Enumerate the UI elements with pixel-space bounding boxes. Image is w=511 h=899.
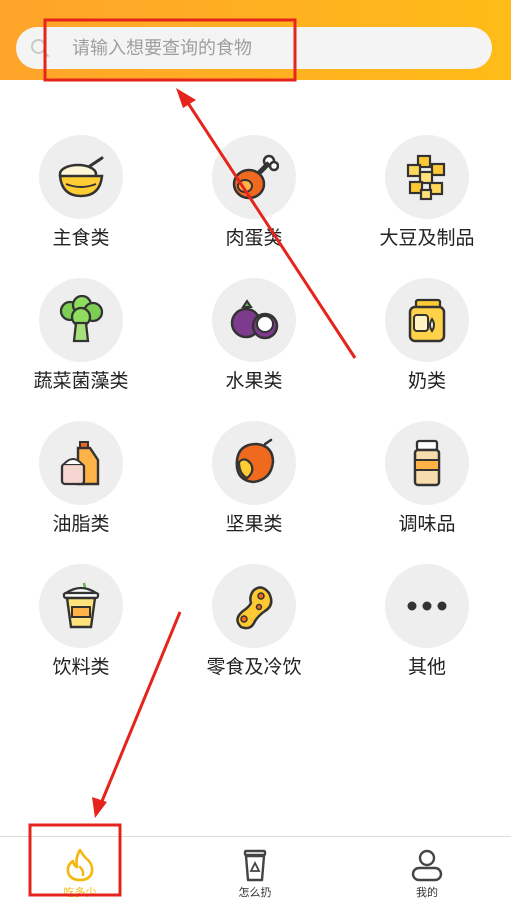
recycle-bin-icon (243, 849, 267, 882)
category-icon-bg (385, 564, 469, 648)
category-icon-bg (39, 278, 123, 362)
category-fruit[interactable]: 水果类 (179, 278, 329, 408)
category-icon-bg (39, 421, 123, 505)
oil-bottle-icon (60, 441, 100, 486)
category-label: 油脂类 (52, 513, 110, 535)
more-dots-icon (407, 601, 447, 611)
category-snack[interactable]: 零食及冷饮 (179, 564, 329, 694)
tab-mine[interactable]: 我的 (367, 837, 487, 899)
category-icon-bg (39, 564, 123, 648)
tab-label: 我的 (416, 886, 438, 899)
category-icon-bg (39, 135, 123, 219)
category-other[interactable]: 其他 (352, 564, 502, 694)
category-label: 零食及冷饮 (206, 656, 302, 678)
chestnut-icon (235, 438, 275, 484)
broccoli-icon (59, 295, 104, 343)
category-label: 大豆及制品 (379, 227, 475, 249)
category-drink[interactable]: 饮料类 (6, 564, 156, 694)
milk-jar-icon (408, 298, 446, 343)
category-seasoning[interactable]: 调味品 (352, 421, 502, 551)
tab-label: 吃多少 (63, 886, 97, 899)
search-input[interactable] (72, 27, 472, 69)
annotation-arrowhead-tab (92, 797, 107, 818)
tab-label: 怎么扔 (238, 886, 272, 899)
category-icon-bg (385, 278, 469, 362)
food-category-screen: 主食类 肉蛋类 (0, 0, 511, 899)
category-icon-bg (385, 421, 469, 505)
drumstick-icon (232, 154, 279, 200)
category-icon-bg (212, 564, 296, 648)
category-label: 饮料类 (52, 656, 110, 678)
category-dairy[interactable]: 奶类 (352, 278, 502, 408)
peanut-icon (236, 586, 273, 630)
mangosteen-icon (230, 299, 279, 340)
category-staple[interactable]: 主食类 (6, 135, 156, 265)
category-vegetable[interactable]: 蔬菜菌藻类 (6, 278, 156, 408)
user-icon (411, 849, 443, 882)
category-label: 其他 (407, 656, 446, 678)
category-label: 水果类 (225, 370, 283, 392)
category-label: 肉蛋类 (225, 227, 283, 249)
category-label: 主食类 (52, 227, 110, 249)
rice-bowl-icon (58, 156, 104, 198)
category-icon-bg (385, 135, 469, 219)
drink-cup-icon (62, 582, 100, 629)
annotation-arrowhead-search (176, 88, 196, 108)
category-soy[interactable]: 大豆及制品 (352, 135, 502, 265)
tofu-icon (406, 154, 446, 201)
tab-eat-how-much[interactable]: 吃多少 (20, 837, 140, 899)
search-icon (31, 39, 49, 57)
tab-how-to-throw[interactable]: 怎么扔 (195, 837, 315, 899)
category-label: 蔬菜菌藻类 (33, 370, 129, 392)
seasoning-icon (413, 439, 441, 487)
category-label: 调味品 (398, 513, 456, 535)
category-label: 奶类 (407, 370, 446, 392)
category-icon-bg (212, 278, 296, 362)
category-icon-bg (212, 421, 296, 505)
category-oil[interactable]: 油脂类 (6, 421, 156, 551)
category-meat-egg[interactable]: 肉蛋类 (179, 135, 329, 265)
bottom-tab-bar: 吃多少 怎么扔 我的 (0, 836, 511, 899)
category-label: 坚果类 (225, 513, 283, 535)
flame-icon (66, 848, 94, 882)
category-nuts[interactable]: 坚果类 (179, 421, 329, 551)
category-icon-bg (212, 135, 296, 219)
